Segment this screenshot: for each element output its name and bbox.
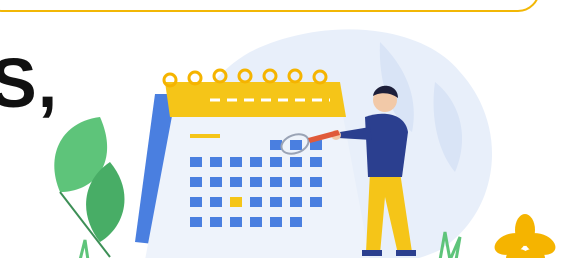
day-cell (270, 157, 282, 167)
day-cell (290, 157, 302, 167)
highlighted-day-cell (230, 197, 242, 207)
day-cell (250, 217, 262, 227)
day-cell (310, 177, 322, 187)
day-cell (290, 197, 302, 207)
calendar-title-mark (190, 134, 220, 138)
day-cell (270, 217, 282, 227)
person-shoe (396, 250, 416, 256)
day-cell (210, 177, 222, 187)
day-cell (310, 157, 322, 167)
day-cell (210, 217, 222, 227)
day-cell (290, 140, 302, 150)
day-cell (190, 157, 202, 167)
day-cell (230, 157, 242, 167)
day-cell (270, 140, 282, 150)
day-cell (310, 197, 322, 207)
day-cell (210, 197, 222, 207)
day-cell (190, 177, 202, 187)
day-cell (250, 157, 262, 167)
calendar-illustration (54, 29, 493, 258)
day-cell (270, 197, 282, 207)
day-cell (290, 177, 302, 187)
person-shirt (365, 113, 408, 177)
day-cell (230, 177, 242, 187)
grass-icon (78, 239, 90, 258)
page-canvas: S, (0, 0, 577, 258)
day-cell (250, 177, 262, 187)
day-cell (250, 197, 262, 207)
day-cell (290, 217, 302, 227)
top-banner-box (0, 0, 540, 12)
day-cell (230, 217, 242, 227)
day-cell (190, 197, 202, 207)
person-shoe (362, 250, 382, 256)
day-cell (190, 217, 202, 227)
day-cell (210, 157, 222, 167)
day-cell (270, 177, 282, 187)
flower-icon (494, 214, 556, 258)
